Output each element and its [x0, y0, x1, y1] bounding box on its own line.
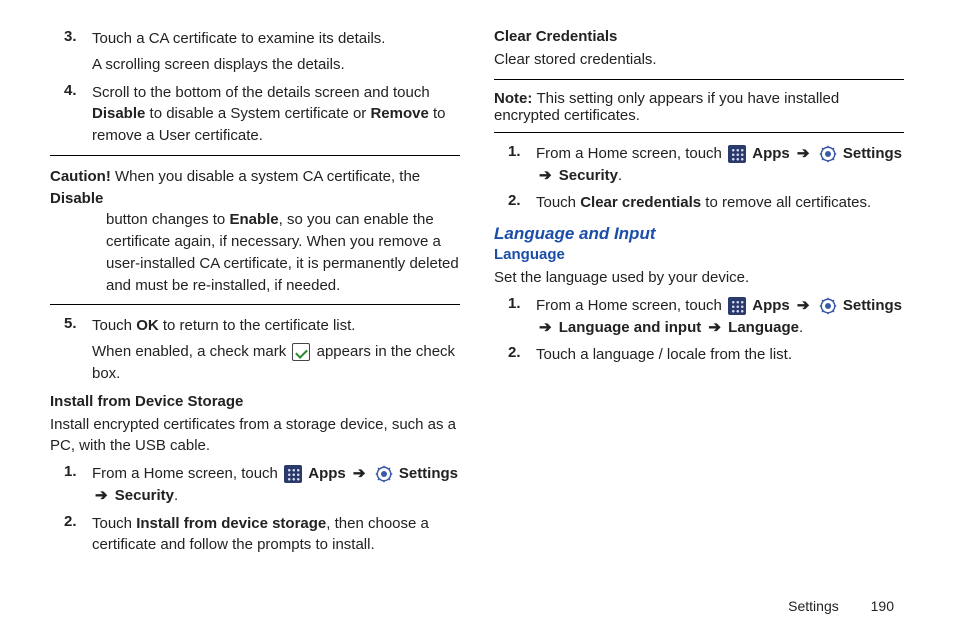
settings-label: Settings: [399, 465, 458, 482]
note-text: This setting only appears if you have in…: [494, 90, 839, 124]
path-security: Security: [559, 167, 618, 184]
arrow-icon: ➔: [350, 465, 369, 482]
divider: [494, 132, 904, 133]
apps-icon: [728, 145, 746, 163]
note-label: Note:: [494, 90, 537, 107]
bold-disable: Disable: [92, 105, 145, 122]
bold-install-storage: Install from device storage: [136, 515, 326, 532]
arrow-icon: ➔: [536, 319, 555, 336]
bold-ok: OK: [136, 317, 159, 334]
step-text: to disable a System certificate or: [145, 105, 370, 122]
clear-step-2: 2. Touch Clear credentials to remove all…: [494, 192, 904, 214]
lang-step-2: 2. Touch a language / locale from the li…: [494, 344, 904, 366]
step-number: 2.: [64, 513, 92, 557]
clear-para: Clear stored credentials.: [494, 49, 904, 71]
step-text: Touch: [536, 194, 580, 211]
step-number: 2.: [508, 344, 536, 366]
arrow-icon: ➔: [794, 297, 813, 314]
step-text: From a Home screen, touch: [536, 297, 726, 314]
divider: [494, 79, 904, 80]
settings-label: Settings: [843, 145, 902, 162]
step-number: 5.: [64, 315, 92, 384]
step-subtext: A scrolling screen displays the details.: [92, 54, 460, 76]
caution-label: Caution!: [50, 168, 115, 185]
right-column: Clear Credentials Clear stored credentia…: [494, 28, 904, 562]
step-4: 4. Scroll to the bottom of the details s…: [50, 82, 460, 147]
clear-step-1: 1. From a Home screen, touch Apps ➔ Sett…: [494, 143, 904, 187]
install-heading: Install from Device Storage: [50, 393, 460, 410]
step-text: Touch a language / locale from the list.: [536, 346, 792, 363]
step-number: 2.: [508, 192, 536, 214]
settings-icon: [819, 145, 837, 163]
step-number: 1.: [508, 143, 536, 187]
arrow-icon: ➔: [794, 145, 813, 162]
path-lang-input: Language and input: [559, 319, 702, 336]
bold-disable: Disable: [50, 190, 103, 207]
arrow-icon: ➔: [92, 487, 111, 504]
settings-icon: [375, 465, 393, 483]
step-text: Touch: [92, 515, 136, 532]
step-text: Touch: [92, 317, 136, 334]
language-para: Set the language used by your device.: [494, 267, 904, 289]
step-text: From a Home screen, touch: [92, 465, 282, 482]
apps-label: Apps: [752, 297, 790, 314]
step-text: to remove all certificates.: [701, 194, 871, 211]
bold-clear-credentials: Clear credentials: [580, 194, 701, 211]
step-text: When enabled, a check mark: [92, 343, 290, 360]
footer-section: Settings: [788, 598, 839, 614]
settings-icon: [819, 297, 837, 315]
step-number: 1.: [64, 463, 92, 507]
settings-label: Settings: [843, 297, 902, 314]
install-para: Install encrypted certificates from a st…: [50, 414, 460, 458]
divider: [50, 304, 460, 305]
step-text: Scroll to the bottom of the details scre…: [92, 84, 430, 101]
divider: [50, 155, 460, 156]
path-language: Language: [728, 319, 799, 336]
bold-enable: Enable: [229, 211, 278, 228]
subsection-language: Language: [494, 246, 904, 263]
bold-remove: Remove: [370, 105, 428, 122]
install-step-2: 2. Touch Install from device storage, th…: [50, 513, 460, 557]
lang-step-1: 1. From a Home screen, touch Apps ➔ Sett…: [494, 295, 904, 339]
caution-block: Caution! When you disable a system CA ce…: [50, 166, 460, 297]
checkmark-icon: [292, 343, 310, 361]
clear-heading: Clear Credentials: [494, 28, 904, 45]
caution-text: button changes to: [106, 211, 229, 228]
note-block: Note: This setting only appears if you h…: [494, 90, 904, 124]
arrow-icon: ➔: [536, 167, 555, 184]
step-number: 1.: [508, 295, 536, 339]
apps-icon: [284, 465, 302, 483]
caution-text: When you disable a system CA certificate…: [115, 168, 420, 185]
step-text: From a Home screen, touch: [536, 145, 726, 162]
step-number: 3.: [64, 28, 92, 76]
step-text: to return to the certificate list.: [159, 317, 356, 334]
arrow-icon: ➔: [705, 319, 724, 336]
page-footer: Settings 190: [788, 598, 894, 614]
install-step-1: 1. From a Home screen, touch Apps ➔ Sett…: [50, 463, 460, 507]
step-text: Touch a CA certificate to examine its de…: [92, 30, 385, 47]
step-3: 3. Touch a CA certificate to examine its…: [50, 28, 460, 76]
apps-icon: [728, 297, 746, 315]
section-language-input: Language and Input: [494, 224, 904, 244]
step-number: 4.: [64, 82, 92, 147]
apps-label: Apps: [752, 145, 790, 162]
footer-page: 190: [871, 598, 894, 614]
left-column: 3. Touch a CA certificate to examine its…: [50, 28, 460, 562]
apps-label: Apps: [308, 465, 346, 482]
step-5: 5. Touch OK to return to the certificate…: [50, 315, 460, 384]
path-security: Security: [115, 487, 174, 504]
